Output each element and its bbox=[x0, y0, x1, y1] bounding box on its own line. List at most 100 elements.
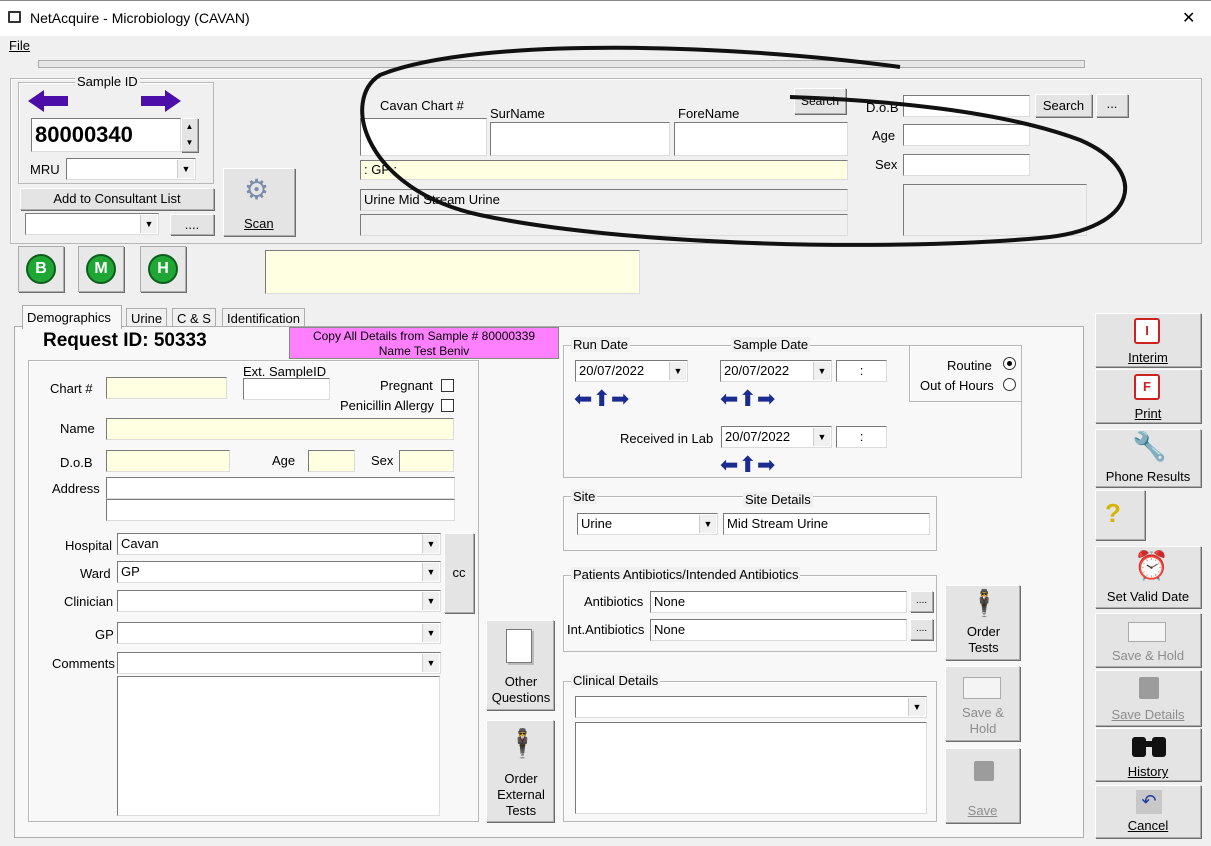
save-details-button[interactable]: Save Details bbox=[1095, 670, 1201, 726]
next-sample-icon[interactable] bbox=[141, 90, 181, 112]
order-external-button[interactable]: 🕴 Order External Tests bbox=[486, 720, 554, 822]
close-icon[interactable]: ✕ bbox=[1182, 8, 1195, 28]
set-valid-date-label: Set Valid Date bbox=[1106, 589, 1190, 604]
h-label: H bbox=[148, 254, 178, 284]
sample-id-spinner[interactable]: ▲ ▼ bbox=[181, 118, 198, 152]
age-field[interactable] bbox=[308, 450, 355, 472]
run-date-nav[interactable]: ⬅⬆➡ bbox=[574, 388, 629, 410]
site-details-input[interactable]: Mid Stream Urine bbox=[723, 513, 930, 535]
chevron-down-icon: ▼ bbox=[422, 654, 439, 672]
arrow-left-icon[interactable]: ⬅ bbox=[720, 454, 738, 476]
int-antibiotics-input[interactable]: None bbox=[650, 619, 907, 641]
mru-select[interactable]: ▼ bbox=[66, 158, 196, 180]
undo-icon: ↶ bbox=[1136, 790, 1162, 814]
interim-button[interactable]: I Interim bbox=[1095, 313, 1201, 367]
received-time-input[interactable]: : bbox=[836, 426, 887, 448]
copy-details-text: Copy All Details from Sample # 80000339 bbox=[312, 329, 536, 343]
routine-radio[interactable] bbox=[1003, 357, 1016, 370]
run-date-select[interactable]: 20/07/2022 ▼ bbox=[575, 360, 688, 382]
arrow-left-icon[interactable]: ⬅ bbox=[720, 388, 738, 410]
consultant-more-button[interactable]: .... bbox=[170, 214, 214, 235]
other-questions-button[interactable]: Other Questions bbox=[486, 620, 554, 710]
scan-button[interactable]: ⚙ Scan bbox=[223, 168, 295, 236]
arrow-right-icon[interactable]: ➡ bbox=[757, 388, 775, 410]
address-field-2[interactable] bbox=[106, 499, 455, 521]
print-button[interactable]: F Print bbox=[1095, 369, 1201, 423]
previous-sample-icon[interactable] bbox=[28, 90, 68, 112]
chevron-down-icon: ▼ bbox=[699, 515, 716, 533]
gp-select[interactable]: ▼ bbox=[117, 622, 441, 644]
hospital-select[interactable]: Cavan ▼ bbox=[117, 533, 441, 555]
ward-label: Ward bbox=[80, 566, 111, 581]
clinical-select[interactable]: ▼ bbox=[575, 696, 927, 718]
message-box bbox=[265, 250, 640, 294]
set-valid-date-button[interactable]: ⏰ Set Valid Date bbox=[1095, 546, 1201, 608]
site-details-label: Site Details bbox=[743, 492, 813, 507]
button-b[interactable]: B bbox=[18, 246, 64, 292]
history-button[interactable]: History bbox=[1095, 728, 1201, 781]
received-date-nav[interactable]: ⬅⬆➡ bbox=[720, 454, 775, 476]
copy-name-text: Name Test Beniv bbox=[378, 344, 470, 358]
help-button[interactable]: ? bbox=[1095, 490, 1145, 540]
mru-label: MRU bbox=[30, 162, 60, 177]
order-tests-button[interactable]: 🕴 Order Tests bbox=[945, 585, 1020, 660]
save-hold-button[interactable]: Save & Hold bbox=[945, 666, 1020, 741]
scan-label: Scan bbox=[244, 216, 274, 231]
arrow-up-icon[interactable]: ⬆ bbox=[738, 388, 756, 410]
menu-file[interactable]: File bbox=[9, 38, 30, 53]
button-h[interactable]: H bbox=[140, 246, 186, 292]
tab-identification[interactable]: Identification bbox=[222, 308, 305, 328]
cancel-button[interactable]: ↶ Cancel bbox=[1095, 785, 1201, 838]
arrow-up-icon[interactable]: ⬆ bbox=[592, 388, 610, 410]
age-label: Age bbox=[272, 453, 296, 468]
name-field[interactable] bbox=[106, 418, 454, 440]
tab-demographics[interactable]: Demographics bbox=[22, 305, 122, 329]
received-date-select[interactable]: 20/07/2022 ▼ bbox=[721, 426, 832, 448]
button-m[interactable]: M bbox=[78, 246, 124, 292]
window-title: NetAcquire - Microbiology (CAVAN) bbox=[30, 10, 250, 26]
run-date-label: Run Date bbox=[571, 337, 630, 352]
tab-cs[interactable]: C & S bbox=[172, 308, 216, 328]
sample-date-select[interactable]: 20/07/2022 ▼ bbox=[720, 360, 832, 382]
arrow-left-icon[interactable]: ⬅ bbox=[574, 388, 592, 410]
dob-field[interactable] bbox=[106, 450, 230, 472]
sex-field[interactable] bbox=[399, 450, 454, 472]
sample-id-input[interactable]: 80000340 bbox=[31, 118, 181, 152]
arrow-right-icon[interactable]: ➡ bbox=[757, 454, 775, 476]
chevron-down-icon: ▼ bbox=[422, 563, 439, 581]
pregnant-checkbox[interactable] bbox=[441, 379, 454, 392]
comments-select[interactable]: ▼ bbox=[117, 652, 441, 674]
sample-date-nav[interactable]: ⬅⬆➡ bbox=[720, 388, 775, 410]
alarm-clock-icon: ⏰ bbox=[1134, 550, 1169, 581]
penicillin-checkbox[interactable] bbox=[441, 399, 454, 412]
cc-button[interactable]: cc bbox=[444, 533, 474, 613]
penicillin-label: Penicillin Allergy bbox=[340, 398, 434, 413]
add-to-consultant-button[interactable]: Add to Consultant List bbox=[20, 188, 214, 210]
site-select[interactable]: Urine ▼ bbox=[577, 513, 718, 535]
pregnant-label: Pregnant bbox=[380, 378, 433, 393]
save-button[interactable]: Save bbox=[945, 748, 1020, 823]
address-field-1[interactable] bbox=[106, 477, 455, 499]
arrow-right-icon[interactable]: ➡ bbox=[611, 388, 629, 410]
antibiotics-more-button[interactable]: .... bbox=[910, 591, 933, 612]
clinician-select[interactable]: ▼ bbox=[117, 590, 441, 612]
copy-details-button[interactable]: Copy All Details from Sample # 80000339 … bbox=[289, 327, 559, 359]
hospital-value: Cavan bbox=[121, 536, 159, 551]
ward-select[interactable]: GP ▼ bbox=[117, 561, 441, 583]
sample-time-input[interactable]: : bbox=[836, 360, 887, 382]
sidebar-save-hold-button[interactable]: Save & Hold bbox=[1095, 613, 1201, 667]
consultant-select[interactable]: ▼ bbox=[25, 213, 159, 235]
arrow-up-icon[interactable]: ⬆ bbox=[738, 454, 756, 476]
ext-sample-field[interactable] bbox=[243, 378, 330, 400]
tab-urine[interactable]: Urine bbox=[126, 308, 168, 328]
hospital-label: Hospital bbox=[65, 538, 112, 553]
m-label: M bbox=[86, 254, 116, 284]
comments-text[interactable] bbox=[117, 676, 440, 816]
clinical-text[interactable] bbox=[575, 722, 927, 814]
antibiotics-input[interactable]: None bbox=[650, 591, 907, 613]
int-antibiotics-more-button[interactable]: .... bbox=[910, 619, 933, 640]
out-of-hours-radio[interactable] bbox=[1003, 378, 1016, 391]
phone-results-button[interactable]: 🔧 Phone Results bbox=[1095, 429, 1201, 487]
chart-field[interactable] bbox=[106, 377, 227, 399]
phone-icon: 🔧 bbox=[1132, 431, 1167, 462]
